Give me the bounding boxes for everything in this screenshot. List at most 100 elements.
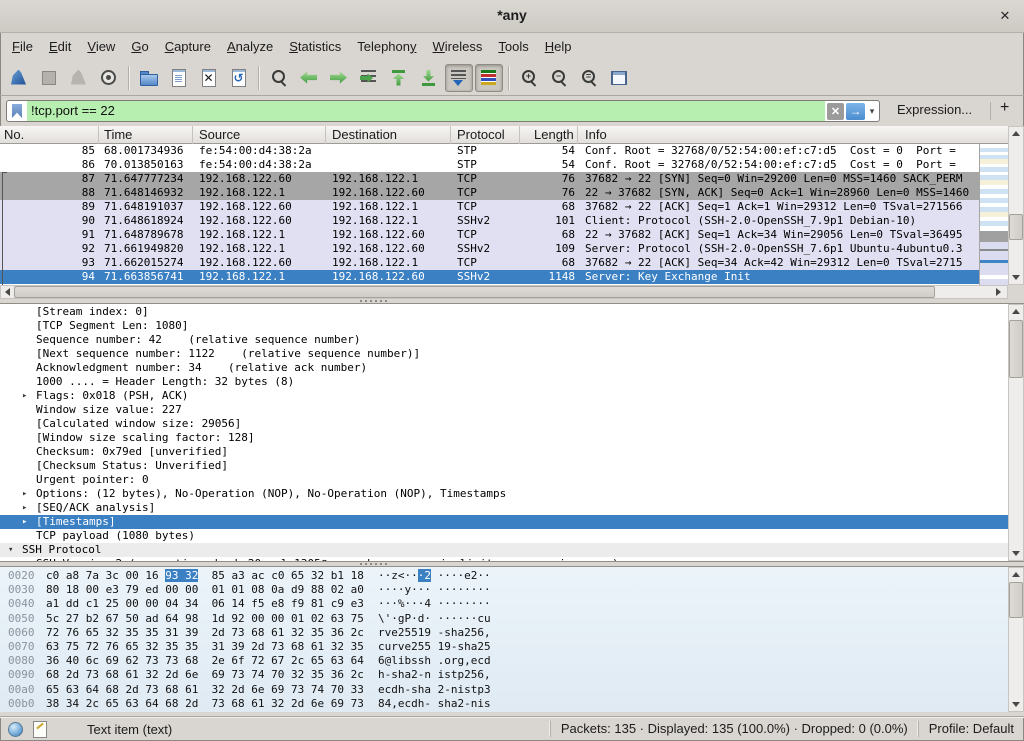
filter-apply-button[interactable]: →: [846, 103, 865, 120]
zoom-in-button[interactable]: [515, 64, 543, 92]
menu-item-analyze[interactable]: Analyze: [219, 36, 281, 57]
hex-vscrollbar[interactable]: [1008, 567, 1024, 712]
expander-right-icon[interactable]: ▸: [22, 487, 27, 501]
reload-file-button[interactable]: [225, 64, 253, 92]
hex-bytes[interactable]: 65 63 64 68 2d 73 68 61 32 2d 6e 69 73 7…: [46, 683, 364, 697]
packet-row[interactable]: 8771.647777234192.168.122.60192.168.122.…: [0, 172, 979, 186]
column-header-destination[interactable]: Destination: [326, 126, 451, 144]
packet-row[interactable]: 9371.662015274192.168.122.60192.168.122.…: [0, 256, 979, 270]
column-header-source[interactable]: Source: [193, 126, 326, 144]
packet-row[interactable]: 8971.648191037192.168.122.60192.168.122.…: [0, 200, 979, 214]
hex-row[interactable]: 00b038 34 2c 65 63 64 68 2d 73 68 61 32 …: [0, 697, 1008, 711]
detail-line[interactable]: ▸Flags: 0x018 (PSH, ACK): [0, 389, 1008, 403]
hex-row[interactable]: 007063 75 72 76 65 32 35 35 31 39 2d 73 …: [0, 640, 1008, 654]
hex-bytes[interactable]: 36 40 6c 69 62 73 73 68 2e 6f 72 67 2c 6…: [46, 654, 364, 668]
zoom-out-button[interactable]: [545, 64, 573, 92]
detail-line[interactable]: Acknowledgment number: 34 (relative ack …: [0, 361, 1008, 375]
detail-line[interactable]: ▾SSH Protocol: [0, 543, 1008, 557]
expander-down-icon[interactable]: ▾: [8, 543, 13, 557]
scroll-thumb[interactable]: [1009, 214, 1023, 240]
hex-ascii[interactable]: h-sha2-n istp256,: [378, 668, 491, 682]
hex-ascii[interactable]: curve255 19-sha25: [378, 640, 491, 654]
hex-row[interactable]: 00505c 27 b2 67 50 ad 64 98 1d 92 00 00 …: [0, 612, 1008, 626]
menu-item-edit[interactable]: Edit: [41, 36, 79, 57]
menu-item-wireless[interactable]: Wireless: [425, 36, 491, 57]
expander-right-icon[interactable]: ▸: [22, 389, 27, 403]
detail-line[interactable]: ▸[SEQ/ACK analysis]: [0, 501, 1008, 515]
detail-line[interactable]: Sequence number: 42 (relative sequence n…: [0, 333, 1008, 347]
close-file-button[interactable]: [195, 64, 223, 92]
packet-row[interactable]: 9171.648789678192.168.122.1192.168.122.6…: [0, 228, 979, 242]
menu-item-statistics[interactable]: Statistics: [281, 36, 349, 57]
details-vscrollbar[interactable]: [1008, 304, 1024, 561]
hex-ascii[interactable]: 6@libssh .org,ecd: [378, 654, 491, 668]
column-header-info[interactable]: Info: [578, 126, 1008, 144]
column-header-no[interactable]: No.: [0, 126, 99, 144]
filter-add-button[interactable]: +: [1000, 99, 1009, 117]
hex-row[interactable]: 00a065 63 64 68 2d 73 68 61 32 2d 6e 69 …: [0, 683, 1008, 697]
scroll-thumb[interactable]: [1009, 320, 1023, 378]
column-header-length[interactable]: Length: [520, 126, 578, 144]
packet-list-hscrollbar[interactable]: [0, 285, 1008, 299]
start-capture-button[interactable]: [5, 64, 33, 92]
hex-row[interactable]: 0040a1 dd c1 25 00 00 04 34 06 14 f5 e8 …: [0, 597, 1008, 611]
go-forward-button[interactable]: [325, 64, 353, 92]
go-first-button[interactable]: [385, 64, 413, 92]
scroll-up-icon[interactable]: [1008, 567, 1024, 581]
detail-line[interactable]: Urgent pointer: 0: [0, 473, 1008, 487]
column-header-protocol[interactable]: Protocol: [451, 126, 520, 144]
detail-line[interactable]: [Calculated window size: 29056]: [0, 417, 1008, 431]
packet-row[interactable]: 8871.648146932192.168.122.1192.168.122.6…: [0, 186, 979, 200]
expander-right-icon[interactable]: ▸: [22, 501, 27, 515]
close-icon[interactable]: ✕: [996, 7, 1014, 25]
go-back-button[interactable]: [295, 64, 323, 92]
auto-scroll-button[interactable]: [445, 64, 473, 92]
menu-item-help[interactable]: Help: [537, 36, 580, 57]
go-to-packet-button[interactable]: [355, 64, 383, 92]
menu-item-view[interactable]: View: [79, 36, 123, 57]
filter-clear-button[interactable]: ✕: [827, 103, 844, 120]
expert-info-icon[interactable]: [8, 722, 23, 737]
scroll-down-icon[interactable]: [1008, 547, 1024, 561]
hex-ascii[interactable]: ····y··· ········: [378, 583, 491, 597]
capture-options-button[interactable]: [95, 64, 123, 92]
display-filter-field[interactable]: !tcp.port == 22 ✕ → ▾: [6, 100, 880, 122]
menu-item-telephony[interactable]: Telephony: [349, 36, 424, 57]
scroll-left-icon[interactable]: [0, 285, 14, 299]
detail-line[interactable]: 1000 .... = Header Length: 32 bytes (8): [0, 375, 1008, 389]
packet-row[interactable]: 9471.663856741192.168.122.1192.168.122.6…: [0, 270, 979, 284]
filter-bookmark-icon[interactable]: [7, 101, 27, 121]
hex-row[interactable]: 0020c0 a8 7a 3c 00 16 93 32 85 a3 ac c0 …: [0, 569, 1008, 583]
column-header-time[interactable]: Time: [99, 126, 193, 144]
scroll-up-icon[interactable]: [1008, 304, 1024, 318]
packet-row[interactable]: 9071.648618924192.168.122.60192.168.122.…: [0, 214, 979, 228]
hex-row[interactable]: 009068 2d 73 68 61 32 2d 6e 69 73 74 70 …: [0, 668, 1008, 682]
hex-row[interactable]: 003080 18 00 e3 79 ed 00 00 01 01 08 0a …: [0, 583, 1008, 597]
hex-bytes[interactable]: 38 34 2c 65 63 64 68 2d 73 68 61 32 2d 6…: [46, 697, 364, 711]
detail-line[interactable]: [Window size scaling factor: 128]: [0, 431, 1008, 445]
hex-ascii[interactable]: rve25519 -sha256,: [378, 626, 491, 640]
hex-bytes[interactable]: 63 75 72 76 65 32 35 35 31 39 2d 73 68 6…: [46, 640, 364, 654]
hex-bytes[interactable]: a1 dd c1 25 00 00 04 34 06 14 f5 e8 f9 8…: [46, 597, 364, 611]
hex-bytes[interactable]: 5c 27 b2 67 50 ad 64 98 1d 92 00 00 01 0…: [46, 612, 364, 626]
packet-row[interactable]: 8568.001734936fe:54:00:d4:38:2aSTP54Conf…: [0, 144, 979, 158]
intelligent-scrollbar-minimap[interactable]: [979, 144, 1009, 285]
detail-line[interactable]: [TCP Segment Len: 1080]: [0, 319, 1008, 333]
detail-line[interactable]: Checksum: 0x79ed [unverified]: [0, 445, 1008, 459]
hex-bytes[interactable]: 80 18 00 e3 79 ed 00 00 01 01 08 0a d9 8…: [46, 583, 364, 597]
detail-line[interactable]: [Checksum Status: Unverified]: [0, 459, 1008, 473]
hex-bytes[interactable]: 72 76 65 32 35 35 31 39 2d 73 68 61 32 3…: [46, 626, 364, 640]
detail-line[interactable]: ▸Options: (12 bytes), No-Operation (NOP)…: [0, 487, 1008, 501]
go-last-button[interactable]: [415, 64, 443, 92]
menu-item-capture[interactable]: Capture: [157, 36, 219, 57]
menu-item-tools[interactable]: Tools: [490, 36, 536, 57]
scroll-down-icon[interactable]: [1008, 271, 1024, 285]
hex-ascii[interactable]: 84,ecdh- sha2-nis: [378, 697, 491, 711]
capture-comment-icon[interactable]: [33, 721, 47, 738]
hex-row[interactable]: 006072 76 65 32 35 35 31 39 2d 73 68 61 …: [0, 626, 1008, 640]
detail-line[interactable]: [Next sequence number: 1122 (relative se…: [0, 347, 1008, 361]
expander-right-icon[interactable]: ▸: [22, 515, 27, 529]
scroll-down-icon[interactable]: [1008, 698, 1024, 712]
restart-capture-button[interactable]: [65, 64, 93, 92]
find-packet-button[interactable]: [265, 64, 293, 92]
